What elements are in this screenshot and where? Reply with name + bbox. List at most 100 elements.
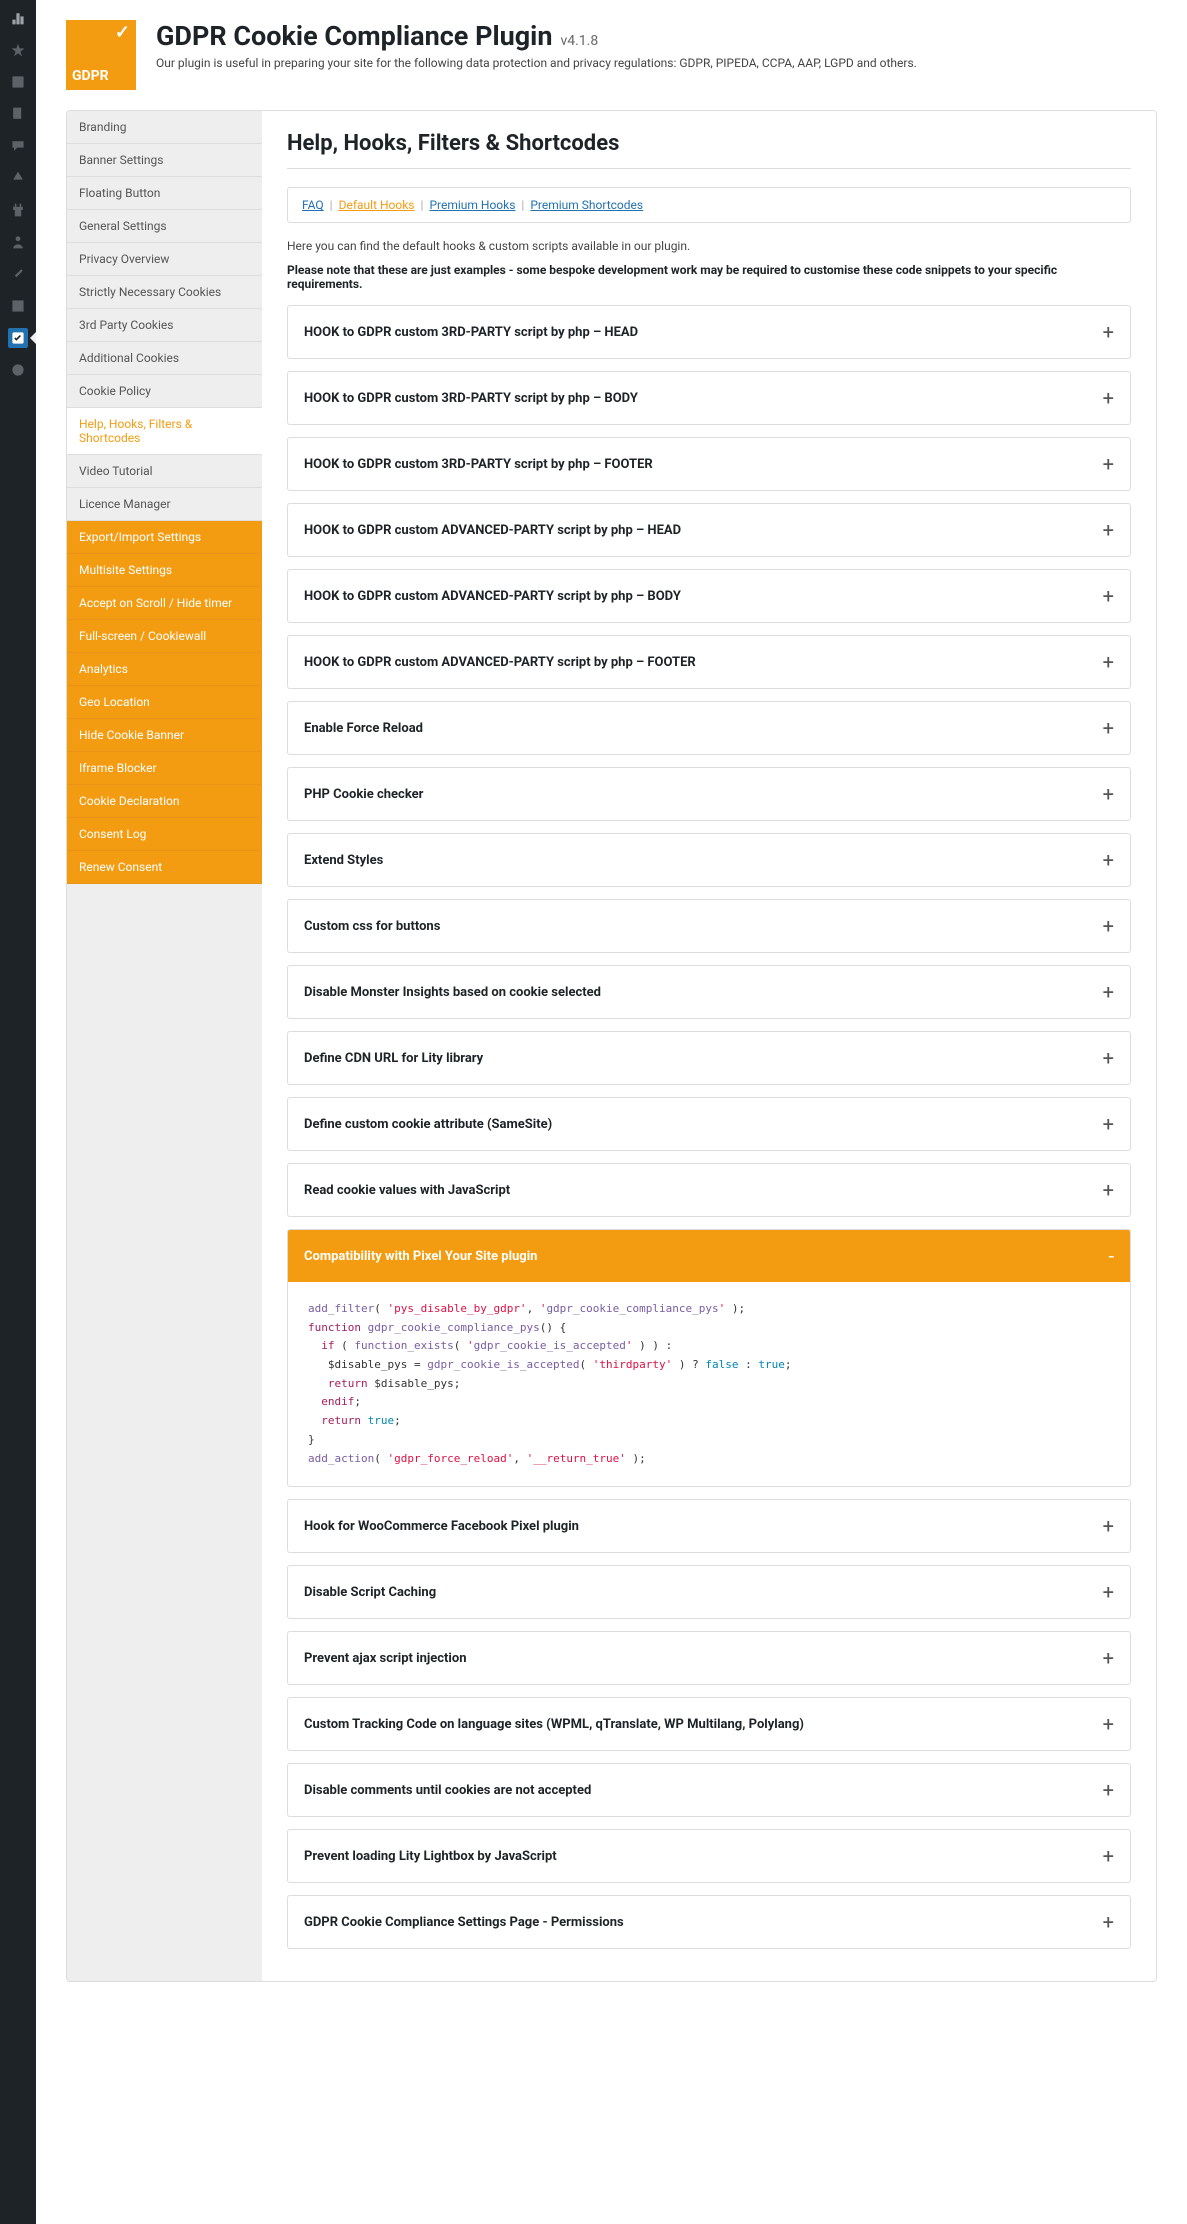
plus-icon: +: [1103, 1778, 1114, 1802]
sidebar-item-10[interactable]: Video Tutorial: [67, 455, 262, 488]
users-icon[interactable]: [8, 232, 28, 252]
accordion-header[interactable]: HOOK to GDPR custom ADVANCED-PARTY scrip…: [288, 570, 1130, 622]
accordion-header[interactable]: HOOK to GDPR custom 3RD-PARTY script by …: [288, 372, 1130, 424]
sidebar-item-13[interactable]: Multisite Settings: [67, 554, 262, 587]
accordion-title: HOOK to GDPR custom ADVANCED-PARTY scrip…: [304, 655, 696, 670]
sidebar-item-11[interactable]: Licence Manager: [67, 488, 262, 521]
comments-icon[interactable]: [8, 136, 28, 156]
accordion-16: Disable Script Caching+: [287, 1565, 1131, 1619]
accordion-header[interactable]: Hook for WooCommerce Facebook Pixel plug…: [288, 1500, 1130, 1552]
plus-icon: +: [1103, 1910, 1114, 1934]
accordion-header[interactable]: HOOK to GDPR custom 3RD-PARTY script by …: [288, 306, 1130, 358]
accordion-header[interactable]: HOOK to GDPR custom ADVANCED-PARTY scrip…: [288, 504, 1130, 556]
media-icon[interactable]: [8, 72, 28, 92]
accordion-title: Extend Styles: [304, 853, 383, 868]
accordion-title: Custom Tracking Code on language sites (…: [304, 1717, 804, 1732]
accordion-title: Enable Force Reload: [304, 721, 423, 736]
accordion-12: Define custom cookie attribute (SameSite…: [287, 1097, 1131, 1151]
sidebar-item-9[interactable]: Help, Hooks, Filters & Shortcodes: [67, 408, 262, 455]
accordion-8: Extend Styles +: [287, 833, 1131, 887]
plus-icon: +: [1103, 452, 1114, 476]
plugin-version: v4.1.8: [560, 33, 598, 49]
accordion-header[interactable]: GDPR Cookie Compliance Settings Page - P…: [288, 1896, 1130, 1948]
accordion-header[interactable]: PHP Cookie checker+: [288, 768, 1130, 820]
sidebar-item-4[interactable]: Privacy Overview: [67, 243, 262, 276]
sidebar-item-7[interactable]: Additional Cookies: [67, 342, 262, 375]
accordion-1: HOOK to GDPR custom 3RD-PARTY script by …: [287, 371, 1131, 425]
accordion-title: HOOK to GDPR custom 3RD-PARTY script by …: [304, 325, 638, 340]
panel-intro: Here you can find the default hooks & cu…: [287, 239, 1131, 253]
sidebar-item-8[interactable]: Cookie Policy: [67, 375, 262, 408]
sidebar-item-21[interactable]: Consent Log: [67, 818, 262, 851]
tools-icon[interactable]: [8, 264, 28, 284]
sidebar-item-22[interactable]: Renew Consent: [67, 851, 262, 884]
sidebar-item-6[interactable]: 3rd Party Cookies: [67, 309, 262, 342]
plus-icon: +: [1103, 650, 1114, 674]
plus-icon: +: [1103, 518, 1114, 542]
accordion-header[interactable]: Define custom cookie attribute (SameSite…: [288, 1098, 1130, 1150]
accordion-header[interactable]: Enable Force Reload+: [288, 702, 1130, 754]
sidebar-item-18[interactable]: Hide Cookie Banner: [67, 719, 262, 752]
gdpr-menu-icon[interactable]: [8, 328, 28, 348]
accordion-15: Hook for WooCommerce Facebook Pixel plug…: [287, 1499, 1131, 1553]
accordion-17: Prevent ajax script injection+: [287, 1631, 1131, 1685]
collapse-icon[interactable]: [8, 360, 28, 380]
accordion-6: Enable Force Reload+: [287, 701, 1131, 755]
plus-icon: +: [1103, 914, 1114, 938]
accordion-header[interactable]: Compatibility with Pixel Your Site plugi…: [288, 1230, 1130, 1282]
plus-icon: +: [1103, 980, 1114, 1004]
sidebar-item-19[interactable]: Iframe Blocker: [67, 752, 262, 785]
plus-icon: +: [1103, 1646, 1114, 1670]
accordion-title: Hook for WooCommerce Facebook Pixel plug…: [304, 1519, 579, 1534]
sidebar-item-0[interactable]: Branding: [67, 111, 262, 144]
appearance-icon[interactable]: [8, 168, 28, 188]
accordion-header[interactable]: Custom css for buttons+: [288, 900, 1130, 952]
minus-icon: -: [1108, 1244, 1114, 1268]
plus-icon: +: [1103, 1112, 1114, 1136]
plus-icon: +: [1103, 1178, 1114, 1202]
settings-icon[interactable]: [8, 296, 28, 316]
accordion-header[interactable]: Disable Script Caching+: [288, 1566, 1130, 1618]
dashboard-icon[interactable]: [8, 8, 28, 28]
accordion-title: Disable Script Caching: [304, 1585, 436, 1600]
accordion-header[interactable]: Custom Tracking Code on language sites (…: [288, 1698, 1130, 1750]
accordion-3: HOOK to GDPR custom ADVANCED-PARTY scrip…: [287, 503, 1131, 557]
panel-title: Help, Hooks, Filters & Shortcodes: [287, 131, 1131, 169]
accordion-13: Read cookie values with JavaScript+: [287, 1163, 1131, 1217]
accordion-header[interactable]: HOOK to GDPR custom ADVANCED-PARTY scrip…: [288, 636, 1130, 688]
accordion-header[interactable]: HOOK to GDPR custom 3RD-PARTY script by …: [288, 438, 1130, 490]
accordion-title: HOOK to GDPR custom ADVANCED-PARTY scrip…: [304, 589, 681, 604]
accordion-header[interactable]: Read cookie values with JavaScript+: [288, 1164, 1130, 1216]
sidebar-item-14[interactable]: Accept on Scroll / Hide timer: [67, 587, 262, 620]
plugins-icon[interactable]: [8, 200, 28, 220]
sidebar-item-15[interactable]: Full-screen / Cookiewall: [67, 620, 262, 653]
tab-default-hooks[interactable]: Default Hooks: [339, 198, 415, 212]
sidebar-item-3[interactable]: General Settings: [67, 210, 262, 243]
tab-faq[interactable]: FAQ: [302, 198, 324, 212]
accordion-title: HOOK to GDPR custom 3RD-PARTY script by …: [304, 457, 653, 472]
settings-panel: Help, Hooks, Filters & Shortcodes FAQ|De…: [262, 111, 1156, 1981]
accordion-header[interactable]: Extend Styles +: [288, 834, 1130, 886]
plus-icon: +: [1103, 782, 1114, 806]
tab-premium-hooks[interactable]: Premium Hooks: [429, 198, 515, 212]
sidebar-item-16[interactable]: Analytics: [67, 653, 262, 686]
pages-icon[interactable]: [8, 104, 28, 124]
plus-icon: +: [1103, 1046, 1114, 1070]
accordion-10: Disable Monster Insights based on cookie…: [287, 965, 1131, 1019]
accordion-header[interactable]: Disable Monster Insights based on cookie…: [288, 966, 1130, 1018]
accordion-title: GDPR Cookie Compliance Settings Page - P…: [304, 1915, 624, 1930]
accordion-header[interactable]: Disable comments until cookies are not a…: [288, 1764, 1130, 1816]
pin-icon[interactable]: [8, 40, 28, 60]
plus-icon: +: [1103, 848, 1114, 872]
sidebar-item-2[interactable]: Floating Button: [67, 177, 262, 210]
sidebar-item-17[interactable]: Geo Location: [67, 686, 262, 719]
plugin-subtitle: Our plugin is useful in preparing your s…: [156, 56, 917, 70]
sidebar-item-12[interactable]: Export/Import Settings: [67, 521, 262, 554]
accordion-header[interactable]: Define CDN URL for Lity library+: [288, 1032, 1130, 1084]
sidebar-item-5[interactable]: Strictly Necessary Cookies: [67, 276, 262, 309]
accordion-header[interactable]: Prevent loading Lity Lightbox by JavaScr…: [288, 1830, 1130, 1882]
sidebar-item-20[interactable]: Cookie Declaration: [67, 785, 262, 818]
sidebar-item-1[interactable]: Banner Settings: [67, 144, 262, 177]
tab-premium-shortcodes[interactable]: Premium Shortcodes: [530, 198, 643, 212]
accordion-header[interactable]: Prevent ajax script injection+: [288, 1632, 1130, 1684]
